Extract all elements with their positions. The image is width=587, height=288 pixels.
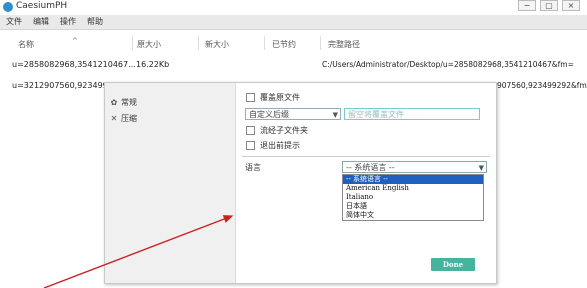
annotation-arrow-icon xyxy=(43,215,234,288)
